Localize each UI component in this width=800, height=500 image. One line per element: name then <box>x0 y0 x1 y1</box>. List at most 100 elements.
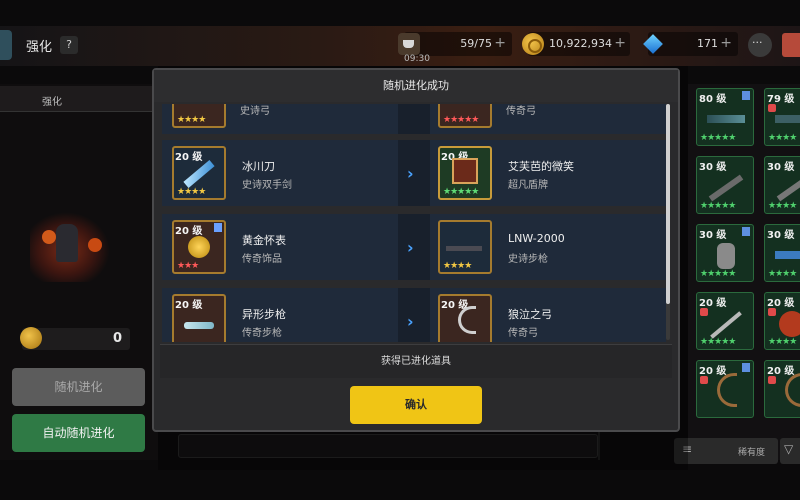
item-type: 超凡盾牌 <box>508 180 548 191</box>
gun-icon <box>775 115 800 123</box>
stamina-resource: 59/75 + <box>398 32 512 56</box>
inventory-item[interactable]: 80 级 ★★★★★ <box>696 88 754 146</box>
item-slot: ★★★★★ <box>438 104 492 128</box>
item-slot: 20 级 <box>172 294 226 342</box>
confirm-button[interactable]: 确认 <box>350 386 482 424</box>
lock-icon <box>768 104 776 112</box>
help-button[interactable]: ? <box>60 36 78 54</box>
item-name: LNW-2000 <box>508 232 565 245</box>
random-evolve-button[interactable]: 随机进化 <box>12 368 145 406</box>
item-level: 30 级 <box>767 230 795 241</box>
add-gems-button[interactable]: + <box>720 35 732 51</box>
item-level: 20 级 <box>767 366 795 377</box>
stamina-timer: 09:30 <box>404 54 430 64</box>
gun-icon <box>775 251 800 259</box>
evolve-result-modal: 随机进化成功 ★★★★ 史诗弓 ★★★★★ 传奇弓 20 级 ★★★★ 冰川刀 … <box>152 68 680 432</box>
modal-title: 随机进化成功 <box>154 70 678 102</box>
item-stars: ★★★★ <box>768 201 797 211</box>
mail-icon[interactable] <box>782 33 800 57</box>
result-row: 20 级 ★★★★ 冰川刀 史诗双手剑 › 20 级 ★★★★★ 艾芙芭的微笑 … <box>162 140 666 206</box>
bow-icon <box>785 373 800 407</box>
doll-icon <box>717 243 735 269</box>
row-gap <box>398 104 430 134</box>
item-level: 20 级 <box>699 298 727 309</box>
evolve-cost-box: 0 <box>20 327 130 350</box>
item-type: 史诗双手剑 <box>242 180 292 191</box>
inventory-item[interactable]: 20 级 <box>696 360 754 418</box>
inventory-item[interactable]: 30 级 ★★★★ <box>764 224 800 282</box>
pocket-watch-icon <box>188 236 210 258</box>
item-stars: ★★★★★ <box>700 133 736 143</box>
gun-icon <box>776 174 800 202</box>
item-level: 20 级 <box>175 152 203 163</box>
ice-blade-icon <box>183 160 215 188</box>
coffee-cup-icon <box>398 33 420 55</box>
item-name: 冰川刀 <box>242 160 275 173</box>
item-type: 传奇弓 <box>506 106 536 117</box>
gun-icon <box>707 115 745 123</box>
scrollbar-thumb[interactable] <box>666 104 670 304</box>
evolve-cost-value: 0 <box>112 331 122 346</box>
item-name: 狼泣之弓 <box>508 308 552 321</box>
item-name: 艾芙芭的微笑 <box>508 160 574 173</box>
scrollbar[interactable] <box>666 104 670 340</box>
sword-icon <box>710 311 742 339</box>
item-stars: ★★★★ <box>768 337 797 347</box>
result-row: 20 级 异形步枪 传奇步枪 › 20 级 狼泣之弓 传奇弓 <box>162 288 666 342</box>
add-stamina-button[interactable]: + <box>494 35 506 51</box>
inventory-item[interactable]: 20 级 ★★★★★ <box>696 292 754 350</box>
stamina-value: 59/75 <box>460 37 492 50</box>
item-stars: ★★★★ <box>177 115 206 125</box>
item-type: 史诗弓 <box>240 106 270 117</box>
lock-icon <box>700 376 708 384</box>
auto-random-evolve-button[interactable]: 自动随机进化 <box>12 414 145 452</box>
item-type: 传奇饰品 <box>242 254 282 265</box>
item-name: 黄金怀表 <box>242 234 286 247</box>
inventory-item[interactable]: 30 级 ★★★★★ <box>696 156 754 214</box>
evolve-result-list[interactable]: ★★★★ 史诗弓 ★★★★★ 传奇弓 20 级 ★★★★ 冰川刀 史诗双手剑 ›… <box>160 104 668 342</box>
chevron-right-icon: › <box>407 164 414 183</box>
diamond-icon <box>642 33 664 55</box>
gun-icon <box>708 174 744 202</box>
chat-icon[interactable] <box>748 33 772 57</box>
filter-button[interactable]: ▽ <box>780 438 800 464</box>
lock-icon <box>700 308 708 316</box>
lock-icon <box>768 376 776 384</box>
item-name: 异形步枪 <box>242 308 286 321</box>
item-stars: ★★★★ <box>177 187 206 197</box>
item-stars: ★★★★★ <box>700 269 736 279</box>
bow-icon <box>717 373 737 407</box>
shield-icon <box>779 311 800 337</box>
inventory-item[interactable]: 79 级 ★★★★ <box>764 88 800 146</box>
lock-icon <box>768 308 776 316</box>
inventory-item[interactable]: 30 级 ★★★★★ <box>696 224 754 282</box>
item-stars: ★★★ <box>177 261 199 271</box>
item-stars: ★★★★★ <box>443 115 479 125</box>
inventory-item[interactable]: 30 级 ★★★★ <box>764 156 800 214</box>
flag-icon <box>742 91 750 100</box>
add-coins-button[interactable]: + <box>614 35 626 51</box>
item-stars: ★★★★ <box>768 269 797 279</box>
chevron-right-icon: › <box>407 238 414 257</box>
sort-dropdown[interactable]: ≡ 稀有度 <box>674 438 778 464</box>
gold-coin-icon <box>20 327 42 349</box>
sort-label: 稀有度 <box>738 448 766 458</box>
item-slot: 20 级 ★★★★ <box>172 146 226 200</box>
left-tab-label: 强化 <box>42 97 62 108</box>
item-stars: ★★★★★ <box>700 201 736 211</box>
row-gap <box>398 140 430 206</box>
item-level: 30 级 <box>699 162 727 173</box>
inventory-item[interactable]: 20 级 <box>764 360 800 418</box>
item-slot: ★★★★ <box>438 220 492 274</box>
gem-resource: 171 + <box>648 32 738 56</box>
inventory-item[interactable]: 20 级 ★★★★ <box>764 292 800 350</box>
left-tab[interactable]: 强化 <box>0 86 158 112</box>
chevron-right-icon: › <box>407 312 414 331</box>
character-portrait <box>30 212 110 282</box>
item-level: 20 级 <box>175 300 203 311</box>
back-button[interactable] <box>0 30 12 60</box>
flag-icon <box>214 223 222 232</box>
item-level: 20 级 <box>175 226 203 237</box>
row-gap <box>398 214 430 280</box>
item-slot: ★★★★ <box>172 104 226 128</box>
